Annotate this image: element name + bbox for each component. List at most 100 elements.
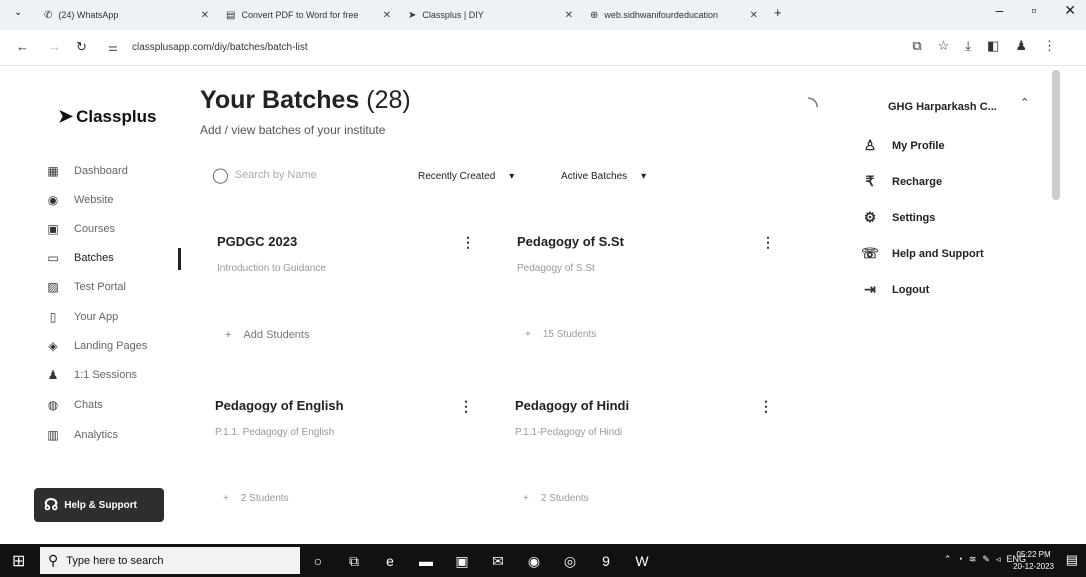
batch-card[interactable]: Pedagogy of English ⋮ P.1.1. Pedagogy of… bbox=[215, 398, 495, 548]
kebab-menu-icon[interactable]: ⋮ bbox=[759, 398, 773, 415]
batch-name[interactable]: PGDGC 2023 bbox=[217, 234, 297, 249]
file-explorer-icon[interactable]: ▬ bbox=[416, 551, 436, 571]
active-indicator bbox=[178, 248, 181, 270]
pen-icon[interactable]: ✎ bbox=[982, 554, 990, 565]
chrome-icon[interactable]: ◎ bbox=[560, 551, 580, 571]
batch-card[interactable]: PGDGC 2023 ⋮ Introduction to Guidance + … bbox=[217, 234, 497, 384]
batch-card[interactable]: Pedagogy of Hindi ⋮ P.1.1-Pedagogy of Hi… bbox=[515, 398, 795, 548]
chat-support-icon: ☊ bbox=[44, 497, 59, 514]
taskbar-apps: ○ ⧉ e ▬ ▣ ✉ ◉ ◎ 9 W bbox=[308, 548, 652, 574]
reload-icon[interactable]: ↻ bbox=[76, 39, 87, 55]
sidebar-item-test-portal[interactable]: ▨ Test Portal bbox=[44, 280, 126, 294]
sessions-icon: ♟ bbox=[47, 368, 59, 382]
sidepanel-icon[interactable]: ◧ bbox=[987, 38, 999, 54]
close-icon[interactable]: ✕ bbox=[565, 10, 573, 21]
menu-item-logout[interactable]: ⇥ Logout bbox=[860, 281, 929, 298]
help-support-button[interactable]: ☊ Help & Support bbox=[34, 488, 164, 522]
menu-item-help-support[interactable]: ☏ Help and Support bbox=[860, 245, 983, 262]
tray-chevron-icon[interactable]: ⌃ bbox=[944, 554, 952, 565]
tab-search-chevron-icon[interactable]: ⌄ bbox=[14, 7, 22, 18]
tab-whatsapp[interactable]: ✆ (24) WhatsApp ✕ bbox=[44, 4, 209, 26]
students-count[interactable]: + 2 Students bbox=[523, 493, 589, 504]
user-icon: ♙ bbox=[863, 137, 877, 153]
new-tab-icon[interactable]: + bbox=[774, 5, 782, 20]
sidebar-item-batches[interactable]: ▭ Batches bbox=[44, 251, 113, 265]
students-count[interactable]: + 15 Students bbox=[525, 329, 596, 340]
sidebar-item-sessions[interactable]: ♟ 1:1 Sessions bbox=[44, 368, 137, 382]
close-icon[interactable]: ✕ bbox=[383, 10, 391, 21]
app-icon[interactable]: 9 bbox=[596, 551, 616, 571]
menu-item-label: My Profile bbox=[892, 139, 945, 152]
sidebar-item-your-app[interactable]: ▯ Your App bbox=[44, 310, 119, 324]
add-students-button[interactable]: + Add Students bbox=[225, 329, 310, 341]
sidebar-item-chats[interactable]: ◍ Chats bbox=[44, 398, 103, 412]
task-view-icon[interactable]: ⧉ bbox=[344, 551, 364, 571]
batch-description: P.1.1-Pedagogy of Hindi bbox=[515, 427, 623, 438]
maximize-icon[interactable]: ▫ bbox=[1031, 2, 1036, 19]
bookmark-star-icon[interactable]: ☆ bbox=[938, 38, 950, 54]
kebab-menu-icon[interactable]: ⋮ bbox=[459, 398, 473, 415]
page-scrollbar[interactable] bbox=[1052, 66, 1060, 544]
cortana-icon[interactable]: ○ bbox=[308, 551, 328, 571]
tab-sidhwani[interactable]: ⊕ web.sidhwanifourdeducation ✕ bbox=[590, 4, 758, 26]
forward-icon[interactable]: → bbox=[48, 39, 61, 54]
sidebar-item-dashboard[interactable]: ▦ Dashboard bbox=[44, 164, 128, 178]
windows-taskbar: ⊞ ⚲ Type here to search ○ ⧉ e ▬ ▣ ✉ ◉ ◎ … bbox=[0, 544, 1086, 577]
scrollbar-thumb[interactable] bbox=[1052, 70, 1060, 200]
close-icon[interactable]: ✕ bbox=[750, 10, 758, 21]
windows-start-icon[interactable]: ⊞ bbox=[12, 551, 25, 571]
classplus-logo[interactable]: ➤ Classplus bbox=[58, 106, 156, 127]
sidebar-item-analytics[interactable]: ▥ Analytics bbox=[44, 428, 118, 442]
mail-icon[interactable]: ✉ bbox=[488, 551, 508, 571]
kebab-menu-icon[interactable]: ⋮ bbox=[761, 234, 775, 251]
back-icon[interactable]: ← bbox=[16, 39, 29, 54]
profile-icon[interactable]: ♟ bbox=[1015, 38, 1027, 54]
wifi-icon[interactable]: ≋ bbox=[969, 554, 977, 565]
menu-item-my-profile[interactable]: ♙ My Profile bbox=[860, 137, 945, 154]
taskbar-clock[interactable]: 05:22 PM 20-12-2023 bbox=[1013, 549, 1054, 573]
menu-item-settings[interactable]: ⚙ Settings bbox=[860, 209, 936, 226]
batch-name[interactable]: Pedagogy of Hindi bbox=[515, 398, 629, 413]
sidebar-item-label: Courses bbox=[74, 223, 115, 235]
status-dropdown[interactable]: Active Batches ▾ bbox=[561, 171, 646, 182]
minimize-icon[interactable]: – bbox=[996, 2, 1004, 19]
sort-dropdown[interactable]: Recently Created ▾ bbox=[418, 171, 514, 182]
batch-name[interactable]: Pedagogy of English bbox=[215, 398, 344, 413]
network-icon[interactable]: ◔ bbox=[957, 554, 962, 565]
store-icon[interactable]: ▣ bbox=[452, 551, 472, 571]
menu-item-recharge[interactable]: ₹ Recharge bbox=[860, 173, 943, 190]
sidebar-item-courses[interactable]: ▣ Courses bbox=[44, 222, 115, 236]
tab-label: (24) WhatsApp bbox=[58, 10, 119, 20]
user-name[interactable]: GHG Harparkash C... bbox=[888, 101, 997, 113]
volume-icon[interactable]: ◃ bbox=[996, 554, 1001, 565]
kebab-menu-icon[interactable]: ⋮ bbox=[461, 234, 475, 251]
settings-icon: ⚙ bbox=[863, 209, 877, 225]
sidebar-item-website[interactable]: ◉ Website bbox=[44, 193, 114, 207]
url-field[interactable]: classplusapp.com/diy/batches/batch-list bbox=[132, 42, 308, 53]
students-count[interactable]: + 2 Students bbox=[223, 493, 289, 504]
search-input[interactable]: ◯ Search by Name bbox=[212, 166, 317, 184]
sort-label: Recently Created bbox=[418, 171, 496, 182]
notification-icon[interactable]: ▤ bbox=[1066, 552, 1078, 568]
dashboard-icon: ▦ bbox=[47, 164, 59, 178]
batch-name[interactable]: Pedagogy of S.St bbox=[517, 234, 624, 249]
edge-icon[interactable]: e bbox=[380, 551, 400, 571]
browser-menu-icon[interactable]: ⋮ bbox=[1043, 38, 1056, 54]
close-window-icon[interactable]: ✕ bbox=[1064, 2, 1076, 19]
word-icon[interactable]: W bbox=[632, 551, 652, 571]
skype-icon[interactable]: ◉ bbox=[524, 551, 544, 571]
close-icon[interactable]: ✕ bbox=[201, 10, 209, 21]
download-icon[interactable]: ⤓ bbox=[965, 38, 971, 54]
cast-icon[interactable]: ⧉ bbox=[912, 38, 921, 54]
browser-tab-bar: ⌄ ✆ (24) WhatsApp ✕ ▤ Convert PDF to Wor… bbox=[0, 0, 1086, 30]
tab-pdf-converter[interactable]: ▤ Convert PDF to Word for free ✕ bbox=[226, 4, 391, 26]
site-info-icon[interactable]: ⚌ bbox=[108, 41, 118, 54]
taskbar-search-input[interactable]: ⚲ Type here to search bbox=[40, 547, 300, 574]
batch-card[interactable]: Pedagogy of S.St ⋮ Pedagogy of S.St + 15… bbox=[517, 234, 797, 384]
chevron-up-icon[interactable]: ⌃ bbox=[1020, 96, 1029, 109]
classplus-logo-icon: ➤ bbox=[58, 106, 74, 126]
tab-classplus[interactable]: ➤ Classplus | DIY ✕ bbox=[408, 4, 573, 26]
sidebar-item-landing-pages[interactable]: ◈ Landing Pages bbox=[44, 339, 147, 353]
sidebar-item-label: Test Portal bbox=[74, 281, 126, 293]
analytics-icon: ▥ bbox=[47, 428, 59, 442]
